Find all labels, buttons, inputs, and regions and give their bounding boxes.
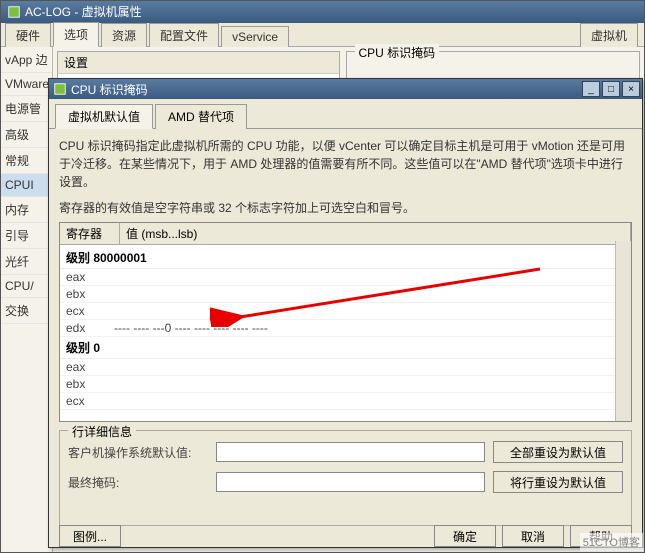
sidebar-item-vmware[interactable]: VMware [1,73,52,96]
register-name: ebx [66,287,114,301]
register-value [114,287,625,301]
legend-button[interactable]: 图例... [59,525,121,547]
dialog-footer: 图例... 确定 取消 帮助 [49,525,642,547]
tab-resources[interactable]: 资源 [101,23,147,47]
ok-button[interactable]: 确定 [434,525,496,547]
tab-vm-right[interactable]: 虚拟机 [580,23,638,47]
sidebar-item-fiber[interactable]: 光纤 [1,249,52,275]
tab-vservice[interactable]: vService [221,26,289,47]
cpu-mask-legend: CPU 标识掩码 [355,44,440,61]
tab-options[interactable]: 选项 [53,22,99,47]
sidebar-item-power[interactable]: 电源管 [1,96,52,122]
app-icon [7,5,21,19]
sidebar-item-memory[interactable]: 内存 [1,197,52,223]
scrollbar[interactable] [615,241,631,421]
register-value [114,360,625,374]
register-row[interactable]: ecx [60,303,631,320]
maximize-button[interactable]: □ [602,81,620,97]
register-row[interactable]: ebx [60,376,631,393]
final-mask-label: 最终掩码: [68,474,208,491]
options-sidebar: vApp 边 VMware 电源管 高级 常规 CPUI 内存 引导 光纤 CP… [1,47,53,552]
minimize-button[interactable]: _ [582,81,600,97]
guest-os-default-label: 客户机操作系统默认值: [68,444,208,461]
level-header[interactable]: 级别 0 [60,337,631,359]
settings-header: 设置 [58,52,339,74]
tab-amd-override[interactable]: AMD 替代项 [155,104,247,129]
col-register[interactable]: 寄存器 [60,223,120,244]
window-title: AC-LOG - 虚拟机属性 [25,1,142,23]
sidebar-item-advanced[interactable]: 高级 [1,122,52,148]
reset-row-button[interactable]: 将行重设为默认值 [493,471,623,493]
tab-hardware[interactable]: 硬件 [5,23,51,47]
register-value [114,377,625,391]
level-header[interactable]: 级别 80000001 [60,247,631,269]
outer-tabbar: 硬件 选项 资源 配置文件 vService 虚拟机 [1,23,644,47]
description-text: CPU 标识掩码指定此虚拟机所需的 CPU 功能，以便 vCenter 可以确定… [59,137,632,191]
register-name: eax [66,270,114,284]
cpu-mask-dialog: CPU 标识掩码 _ □ × 虚拟机默认值 AMD 替代项 CPU 标识掩码指定… [48,78,643,548]
tab-profiles[interactable]: 配置文件 [149,23,219,47]
reset-all-button[interactable]: 全部重设为默认值 [493,441,623,463]
sidebar-item-cpu[interactable]: CPU/ [1,275,52,298]
window-titlebar[interactable]: AC-LOG - 虚拟机属性 [1,1,644,23]
watermark: 51CTO博客 [580,533,643,551]
register-name: ecx [66,304,114,318]
register-row[interactable]: eax [60,269,631,286]
close-button[interactable]: × [622,81,640,97]
final-mask-input[interactable] [216,472,485,492]
register-row[interactable]: ecx [60,393,631,410]
row-detail-legend: 行详细信息 [68,423,136,440]
register-value [114,304,625,318]
dialog-titlebar[interactable]: CPU 标识掩码 _ □ × [49,79,642,99]
register-name: edx [66,321,114,335]
register-row[interactable]: ebx [60,286,631,303]
cancel-button[interactable]: 取消 [502,525,564,547]
sidebar-item-general[interactable]: 常规 [1,148,52,174]
dialog-title: CPU 标识掩码 [71,81,148,98]
row-detail-group: 行详细信息 客户机操作系统默认值: 全部重设为默认值 最终掩码: 将行重设为默认… [59,430,632,526]
sidebar-item-vapp[interactable]: vApp 边 [1,47,52,73]
register-value [114,270,625,284]
tab-vm-defaults[interactable]: 虚拟机默认值 [55,104,153,129]
dialog-icon [53,82,67,96]
sidebar-item-cpuid[interactable]: CPUI [1,174,52,197]
register-row[interactable]: edx---- ---- ---0 ---- ---- ---- ---- --… [60,320,631,337]
dialog-tabs: 虚拟机默认值 AMD 替代项 [49,99,642,129]
guest-os-default-input[interactable] [216,442,485,462]
col-value[interactable]: 值 (msb...lsb) [120,223,631,244]
register-name: eax [66,360,114,374]
register-table[interactable]: 寄存器 值 (msb...lsb) 级别 80000001eaxebxecxed… [59,222,632,422]
register-name: ecx [66,394,114,408]
register-note: 寄存器的有效值是空字符串或 32 个标志字符加上可选空白和冒号。 [59,199,632,216]
register-value [114,394,625,408]
sidebar-item-boot[interactable]: 引导 [1,223,52,249]
register-row[interactable]: eax [60,359,631,376]
register-value: ---- ---- ---0 ---- ---- ---- ---- ---- [114,321,625,335]
sidebar-item-swap[interactable]: 交换 [1,298,52,324]
register-name: ebx [66,377,114,391]
